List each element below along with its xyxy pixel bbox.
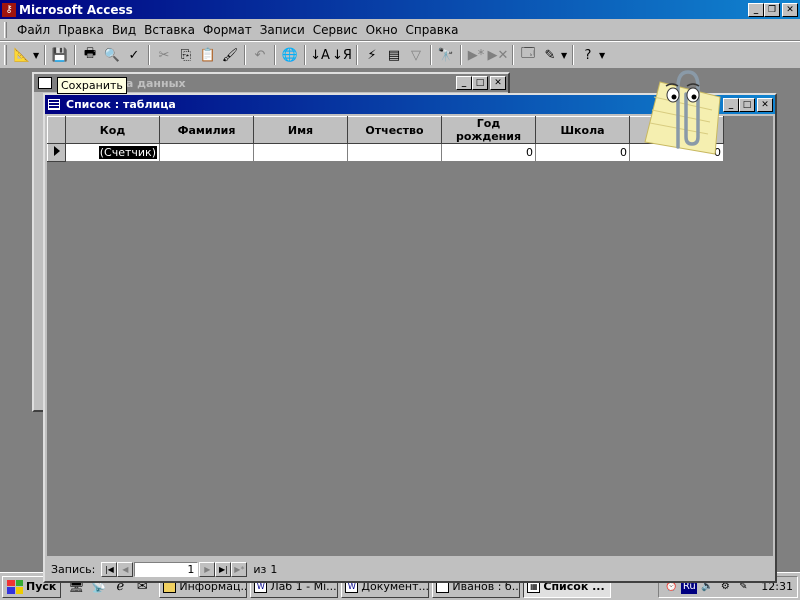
app-title-bar: ⚷ Microsoft Access _ ❐ ✕ <box>0 0 800 19</box>
format-painter-icon[interactable]: 🖌 <box>219 44 241 66</box>
current-record-arrow-icon <box>53 146 60 156</box>
record-of-label: из <box>253 563 267 576</box>
cell-imya[interactable] <box>253 143 348 162</box>
select-all-corner[interactable] <box>47 116 66 144</box>
cell-familiya[interactable] <box>159 143 254 162</box>
windows-flag-icon <box>7 579 23 594</box>
datasheet-area[interactable]: Код Фамилия Имя Отчество Год рождения Шк… <box>47 116 773 556</box>
help-icon[interactable]: ? <box>577 44 599 66</box>
db-maximize-button[interactable]: □ <box>472 76 488 90</box>
record-navigation-bar: Запись: |◀ ◀ 1 ▶ ▶| ▶* из 1 <box>47 560 773 579</box>
database-window-icon[interactable]: 🗔 <box>517 44 539 66</box>
sort-descending-icon[interactable]: ↓Я <box>331 44 353 66</box>
new-object-dropdown-icon[interactable]: ▼ <box>561 51 569 60</box>
header-row: Код Фамилия Имя Отчество Год рождения Шк… <box>47 116 724 144</box>
record-label: Запись: <box>51 563 96 576</box>
spelling-icon[interactable]: ✓ <box>123 44 145 66</box>
new-record-button[interactable]: ▶* <box>231 562 248 577</box>
hyperlink-icon[interactable]: 🌐 <box>279 44 301 66</box>
menubar-grip[interactable] <box>4 21 7 38</box>
menu-tools[interactable]: Сервис <box>309 23 362 37</box>
menu-window[interactable]: Окно <box>362 23 402 37</box>
view-design-icon[interactable]: 📐 <box>11 44 33 66</box>
find-icon[interactable]: 🔭 <box>435 44 457 66</box>
view-dropdown-icon[interactable]: ▼ <box>33 51 41 60</box>
menu-bar: Файл Правка Вид Вставка Формат Записи Се… <box>0 19 800 41</box>
new-record-icon[interactable]: ▶* <box>465 44 487 66</box>
datasheet-grid: Код Фамилия Имя Отчество Год рождения Шк… <box>47 116 724 162</box>
paste-icon[interactable]: 📋 <box>197 44 219 66</box>
save-tooltip: Сохранить <box>57 77 127 94</box>
print-icon[interactable]: 🖶 <box>79 44 101 66</box>
office-assistant-clippy[interactable] <box>640 62 730 157</box>
db-minimize-button[interactable]: _ <box>456 76 472 90</box>
table-close-button[interactable]: ✕ <box>757 97 773 112</box>
app-title: Microsoft Access <box>19 2 133 17</box>
table-window-title: Список : таблица <box>66 98 176 111</box>
record-selector[interactable] <box>47 143 66 162</box>
save-icon[interactable]: 💾 <box>49 44 71 66</box>
menu-insert[interactable]: Вставка <box>140 23 199 37</box>
cell-god-rozhdeniya[interactable]: 0 <box>441 143 536 162</box>
last-record-button[interactable]: ▶| <box>215 562 232 577</box>
database-icon <box>38 77 52 89</box>
previous-record-button[interactable]: ◀ <box>117 562 134 577</box>
column-header-shkola[interactable]: Школа <box>535 116 630 144</box>
delete-record-icon[interactable]: ▶✕ <box>487 44 509 66</box>
record-number-input[interactable]: 1 <box>134 562 199 577</box>
table-window[interactable]: Список : таблица _ □ ✕ Код Фамилия Имя О… <box>43 93 777 583</box>
toolbar-grip[interactable] <box>4 45 7 65</box>
minimize-button[interactable]: _ <box>748 2 764 17</box>
paperclip-icon <box>644 70 721 155</box>
copy-icon[interactable]: ⎘ <box>175 44 197 66</box>
table-maximize-button[interactable]: □ <box>739 97 755 112</box>
restore-button[interactable]: ❐ <box>764 2 780 17</box>
undo-icon[interactable]: ↶ <box>249 44 271 66</box>
column-header-familiya[interactable]: Фамилия <box>159 116 254 144</box>
menu-edit[interactable]: Правка <box>54 23 108 37</box>
menu-view[interactable]: Вид <box>108 23 140 37</box>
column-header-imya[interactable]: Имя <box>253 116 348 144</box>
db-close-button[interactable]: ✕ <box>490 76 506 90</box>
first-record-button[interactable]: |◀ <box>101 562 118 577</box>
column-header-otchestvo[interactable]: Отчество <box>347 116 442 144</box>
menu-file[interactable]: Файл <box>13 23 54 37</box>
datasheet-icon <box>48 99 60 110</box>
menu-format[interactable]: Формат <box>199 23 256 37</box>
cut-icon[interactable]: ✂ <box>153 44 175 66</box>
access-key-icon[interactable]: ⚷ <box>2 2 16 17</box>
apply-filter-icon[interactable]: ▽ <box>405 44 427 66</box>
filter-by-selection-icon[interactable]: ⚡ <box>361 44 383 66</box>
new-object-icon[interactable]: ✎ <box>539 44 561 66</box>
print-preview-icon[interactable]: 🔍 <box>101 44 123 66</box>
cell-otchestvo[interactable] <box>347 143 442 162</box>
close-button[interactable]: ✕ <box>782 2 798 17</box>
filter-by-form-icon[interactable]: ▤ <box>383 44 405 66</box>
column-header-kod[interactable]: Код <box>65 116 160 144</box>
record-total: 1 <box>270 563 278 576</box>
menu-help[interactable]: Справка <box>402 23 463 37</box>
new-record-row: (Счетчик) 0 0 0 <box>47 143 724 162</box>
next-record-button[interactable]: ▶ <box>199 562 216 577</box>
column-header-god-rozhdeniya[interactable]: Год рождения <box>441 116 536 144</box>
sort-ascending-icon[interactable]: ↓A <box>309 44 331 66</box>
cell-kod[interactable]: (Счетчик) <box>65 143 160 162</box>
cell-shkola[interactable]: 0 <box>535 143 630 162</box>
menu-records[interactable]: Записи <box>256 23 309 37</box>
help-dropdown-icon[interactable]: ▼ <box>599 51 607 60</box>
